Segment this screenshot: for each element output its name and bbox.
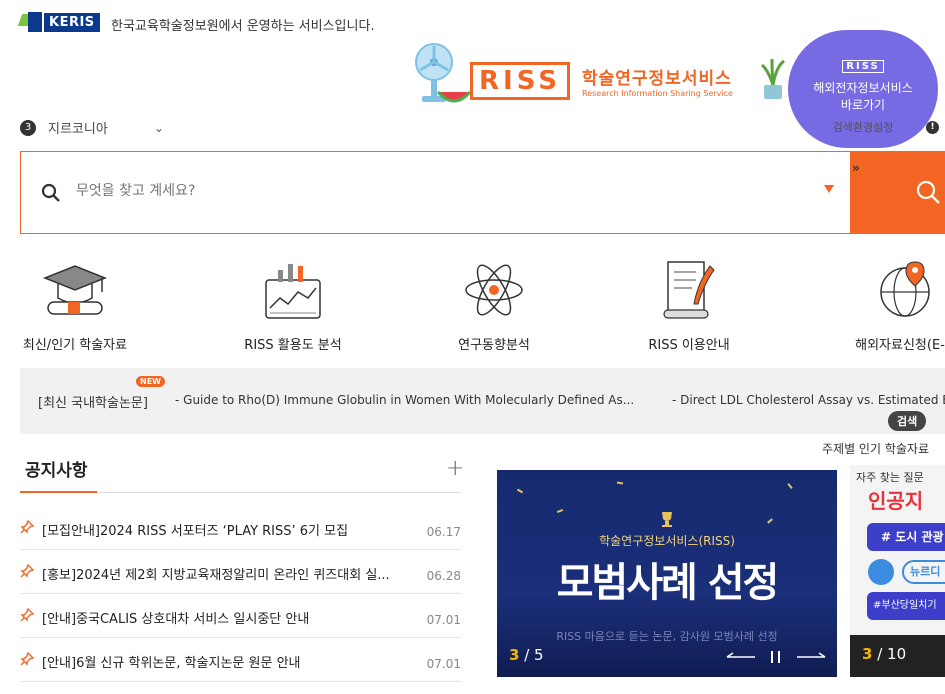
banner-page-indicator: 3 / 5 bbox=[509, 646, 544, 664]
prev-arrow-icon[interactable] bbox=[726, 652, 755, 658]
confetti-decor bbox=[556, 509, 564, 513]
keris-emblem-icon bbox=[17, 12, 42, 32]
notice-date: 06.17 bbox=[426, 525, 461, 539]
pin-icon bbox=[20, 564, 34, 578]
notice-list: [모집안내]2024 RISS 서포터즈 ‘PLAY RISS’ 6기 모집 0… bbox=[20, 506, 461, 682]
org-description: 한국교육학술정보원에서 운영하는 서비스입니다. bbox=[111, 19, 375, 34]
notice-date: 07.01 bbox=[426, 613, 461, 627]
notice-date: 06.28 bbox=[426, 569, 461, 583]
banner-subtitle: 학술연구정보서비스(RISS) bbox=[599, 534, 735, 548]
language-selected: 지르코니아 bbox=[48, 122, 108, 137]
chart-analysis-icon bbox=[265, 264, 321, 319]
notice-divider-accent bbox=[20, 491, 97, 493]
quick-menu-usage[interactable]: RISS 활용도 분석 bbox=[218, 258, 368, 353]
search-bar bbox=[20, 151, 850, 234]
overseas-line2: 바로가기 bbox=[840, 98, 886, 112]
riss-title-en: Research Information Sharing Service bbox=[581, 89, 733, 98]
search-input[interactable] bbox=[76, 183, 676, 199]
banner-description: RISS 마음으로 듣는 논문, 감사원 모범사례 선정 bbox=[556, 630, 778, 643]
notice-date: 07.01 bbox=[426, 657, 461, 671]
latest-paper-link[interactable]: - Direct LDL Cholesterol Assay vs. Estim… bbox=[672, 393, 945, 407]
quick-menu-latest[interactable]: 최신/인기 학술자료 bbox=[0, 258, 150, 353]
notice-text: [안내]중국CALIS 상호대차 서비스 일시중단 안내 bbox=[42, 612, 310, 627]
faq-page-indicator: 3 / 10 bbox=[862, 645, 907, 663]
faq-tag[interactable]: 뉴르디 bbox=[902, 560, 945, 584]
overseas-service-link[interactable]: RISS 해외전자정보서비스 바로가기 검색환경설정 bbox=[788, 30, 938, 148]
notice-title: 공지사항 bbox=[25, 461, 88, 481]
pause-icon[interactable] bbox=[771, 651, 780, 663]
new-badge: NEW bbox=[136, 376, 165, 387]
faq-title: 자주 찾는 질문 bbox=[856, 471, 924, 484]
promo-banner[interactable]: 학술연구정보서비스(RISS) 모범사례 선정 RISS 마음으로 듣는 논문,… bbox=[497, 470, 837, 677]
faq-card[interactable]: 자주 찾는 질문 인공지 # 도시 관광 뉴르디 #부산당일치기 3 / 10 bbox=[850, 465, 945, 677]
search-icon bbox=[41, 183, 60, 202]
pin-icon bbox=[20, 520, 34, 534]
carousel-controls bbox=[726, 651, 826, 663]
search-button[interactable]: » bbox=[850, 151, 945, 234]
riss-title-ko: 학술연구정보서비스 bbox=[581, 69, 732, 89]
notice-text: [안내]6월 신규 학위논문, 학술지논문 원문 안내 bbox=[42, 656, 301, 671]
document-quill-icon bbox=[663, 261, 715, 319]
language-select[interactable]: 3 지르코니아 ⌄ bbox=[20, 118, 164, 137]
search-settings-link[interactable]: 검색환경설정 bbox=[788, 119, 938, 135]
riss-logo[interactable]: RISS 학술연구정보서비스 Research Information Shar… bbox=[470, 62, 733, 100]
graduation-cap-icon bbox=[42, 265, 108, 315]
trophy-icon bbox=[662, 512, 672, 527]
language-count-badge: 3 bbox=[20, 119, 36, 136]
latest-paper-link[interactable]: - Guide to Rho(D) Immune Globulin in Wom… bbox=[175, 393, 634, 407]
alert-icon[interactable]: ! bbox=[926, 121, 939, 134]
latest-papers-tag: [최신 국내학술논문] bbox=[38, 396, 148, 411]
banner-current: 3 bbox=[509, 646, 520, 664]
overseas-line1: 해외전자정보서비스 bbox=[813, 81, 913, 95]
confetti-decor bbox=[767, 518, 773, 524]
faq-tag[interactable]: #부산당일치기 bbox=[867, 592, 945, 620]
riss-wordmark: RISS bbox=[470, 62, 570, 100]
confetti-decor bbox=[516, 488, 524, 494]
chevron-down-icon: ⌄ bbox=[153, 120, 164, 135]
notice-item[interactable]: [안내]6월 신규 학위논문, 학술지논문 원문 안내 07.01 bbox=[20, 638, 461, 682]
confetti-decor bbox=[787, 483, 793, 489]
overseas-riss-logo: RISS bbox=[842, 60, 884, 73]
notice-item[interactable]: [홍보]2024년 제2회 지방교육재정알리미 온라인 퀴즈대회 실... 06… bbox=[20, 550, 461, 594]
quick-menu-trends[interactable]: 연구동향분석 bbox=[419, 258, 569, 353]
quick-menu-guide[interactable]: RISS 이용안내 bbox=[614, 258, 764, 353]
faq-headline: 인공지 bbox=[868, 489, 924, 513]
next-arrow-icon[interactable] bbox=[797, 652, 826, 658]
latest-search-button[interactable]: 검색 bbox=[888, 411, 927, 431]
quick-menu-label: 최신/인기 학술자료 bbox=[22, 338, 128, 353]
pin-icon bbox=[20, 652, 34, 666]
faq-current: 3 bbox=[862, 645, 873, 663]
keris-logo[interactable]: KERIS bbox=[17, 12, 100, 32]
keris-wordmark: KERIS bbox=[44, 12, 100, 32]
quick-menu-label: 해외자료신청(E-D bbox=[855, 338, 945, 353]
banner-headline: 모범사례 선정 bbox=[556, 560, 780, 606]
expand-search-icon[interactable]: » bbox=[852, 161, 860, 175]
faq-total: 10 bbox=[887, 645, 907, 663]
search-options-caret-icon[interactable] bbox=[824, 185, 834, 193]
quick-menu-overseas-request[interactable]: 해외자료신청(E-D bbox=[830, 258, 945, 353]
topic-popular-link[interactable]: 주제별 인기 학술자료 bbox=[822, 440, 929, 457]
banner-total: 5 bbox=[534, 646, 544, 664]
pin-icon bbox=[20, 608, 34, 622]
quick-menu-label: RISS 이용안내 bbox=[648, 338, 730, 353]
quick-menu-label: 연구동향분석 bbox=[458, 338, 530, 353]
plant-icon bbox=[760, 58, 785, 99]
notice-text: [모집안내]2024 RISS 서포터즈 ‘PLAY RISS’ 6기 모집 bbox=[42, 524, 349, 539]
notice-text: [홍보]2024년 제2회 지방교육재정알리미 온라인 퀴즈대회 실... bbox=[42, 568, 390, 583]
faq-tag[interactable]: # 도시 관광 bbox=[867, 523, 945, 551]
quick-menu-label: RISS 활용도 분석 bbox=[244, 338, 342, 353]
summer-fan-icon bbox=[415, 43, 470, 103]
notice-item[interactable]: [모집안내]2024 RISS 서포터즈 ‘PLAY RISS’ 6기 모집 0… bbox=[20, 506, 461, 550]
confetti-decor bbox=[616, 481, 624, 485]
notice-item[interactable]: [안내]중국CALIS 상호대차 서비스 일시중단 안내 07.01 bbox=[20, 594, 461, 638]
globe-pin-icon bbox=[880, 261, 930, 317]
airplane-icon bbox=[868, 559, 894, 585]
atom-icon bbox=[465, 264, 523, 316]
notice-more-button[interactable]: + bbox=[446, 456, 464, 481]
latest-papers-ticker: [최신 국내학술논문] NEW - Guide to Rho(D) Immune… bbox=[20, 368, 945, 434]
magnifier-icon bbox=[916, 180, 940, 204]
